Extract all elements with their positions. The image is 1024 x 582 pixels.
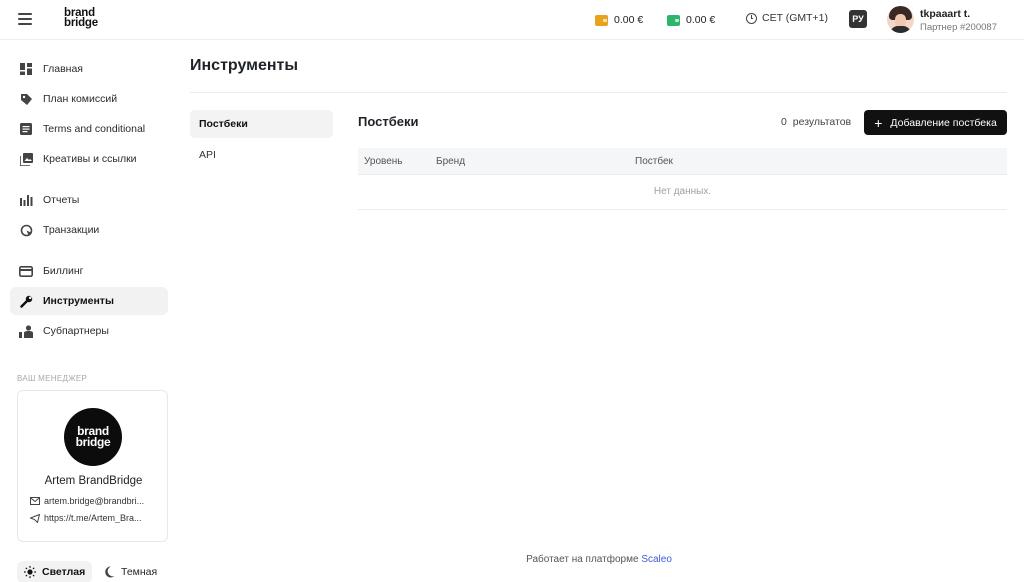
subnav-postbacks[interactable]: Постбеки (190, 110, 333, 138)
sidebar-item-billing[interactable]: Биллинг (10, 257, 168, 285)
theme-dark-label: Темная (121, 566, 158, 578)
images-icon (19, 152, 33, 166)
wallet-icon (667, 14, 680, 26)
wallet-icon (595, 14, 608, 26)
column-level[interactable]: Уровень (364, 156, 403, 167)
moon-icon (105, 566, 115, 578)
sidebar: Главная План комиссий Terms and conditio… (0, 41, 180, 582)
column-brand[interactable]: Бренд (436, 156, 465, 167)
plus-icon: + (874, 114, 883, 131)
document-icon (19, 122, 33, 136)
manager-email[interactable]: artem.bridge@brandbri... (30, 496, 160, 506)
sidebar-item-label: Главная (43, 63, 83, 75)
balance-2-value: 0.00 € (686, 14, 716, 26)
sidebar-item-commission-plan[interactable]: План комиссий (10, 85, 168, 113)
card-icon (19, 264, 33, 278)
balance-2[interactable]: 0.00 € (667, 12, 715, 28)
add-postback-button[interactable]: + Добавление постбека (864, 110, 1007, 135)
wrench-icon (19, 294, 33, 308)
tag-icon (19, 92, 33, 106)
sidebar-item-label: Креативы и ссылки (43, 153, 137, 165)
sidebar-item-label: Terms and conditional (43, 123, 146, 135)
sidebar-item-label: Отчеты (43, 194, 80, 206)
brand-logo[interactable]: brand bridge (64, 7, 98, 29)
manager-email-text: artem.bridge@brandbri... (44, 496, 145, 506)
sidebar-item-creatives[interactable]: Креативы и ссылки (10, 145, 168, 173)
logo-line-2: bridge (64, 17, 98, 29)
mail-icon (30, 497, 40, 505)
sidebar-item-tools[interactable]: Инструменты (10, 287, 168, 315)
balance-1[interactable]: 0.00 € (595, 12, 643, 28)
column-postback[interactable]: Постбек (635, 156, 673, 167)
section-title: Постбеки (358, 114, 419, 129)
sidebar-item-label: Биллинг (43, 265, 84, 277)
footer-link[interactable]: Scaleo (641, 554, 672, 565)
user-name[interactable]: tkpaaart t. (920, 8, 970, 20)
transactions-icon (19, 223, 33, 237)
sidebar-item-home[interactable]: Главная (10, 55, 168, 83)
manager-avatar: brand bridge (64, 408, 122, 466)
subnav-api[interactable]: API (190, 141, 333, 169)
timezone-label: CET (GMT+1) (762, 12, 829, 24)
subpartners-icon (19, 324, 33, 338)
user-partner-id: Партнер #200087 (920, 22, 997, 33)
manager-telegram-text: https://t.me/Artem_Bra... (44, 513, 142, 523)
page-title: Инструменты (190, 57, 299, 74)
sidebar-item-label: Транзакции (43, 224, 100, 236)
language-switcher[interactable]: РУ (849, 10, 867, 28)
clock-icon (746, 12, 757, 24)
top-bar: brand bridge 0.00 € 0.00 € CET (GMT+1) Р… (0, 0, 1024, 40)
dashboard-icon (19, 62, 33, 76)
manager-name: Artem BrandBridge (44, 475, 143, 487)
user-avatar[interactable] (887, 6, 914, 33)
sidebar-item-subpartners[interactable]: Субпартнеры (10, 317, 168, 345)
sidebar-item-label: Инструменты (43, 295, 114, 307)
title-divider (190, 92, 1007, 93)
menu-icon[interactable] (18, 13, 32, 25)
timezone[interactable]: CET (GMT+1) (746, 12, 828, 24)
table-header: Уровень Бренд Постбек (358, 148, 1007, 175)
add-postback-label: Добавление постбека (890, 116, 997, 129)
sidebar-item-transactions[interactable]: Транзакции (10, 216, 168, 244)
footer: Работает на платформе Scaleo (0, 554, 1024, 565)
manager-card: brand bridge Artem BrandBridge artem.bri… (17, 390, 168, 542)
footer-text: Работает на платформе (526, 554, 639, 565)
sun-icon (24, 566, 36, 578)
theme-light-label: Светлая (42, 566, 86, 578)
send-icon (30, 513, 40, 523)
results-count: 0 результатов (781, 116, 852, 128)
sidebar-item-terms[interactable]: Terms and conditional (10, 115, 168, 143)
manager-telegram[interactable]: https://t.me/Artem_Bra... (30, 513, 160, 523)
empty-state: Нет данных. (358, 176, 1007, 210)
sidebar-item-label: План комиссий (43, 93, 118, 105)
manager-logo-line-2: bridge (75, 435, 111, 449)
sidebar-item-reports[interactable]: Отчеты (10, 186, 168, 214)
balance-1-value: 0.00 € (614, 14, 644, 26)
sidebar-item-label: Субпартнеры (43, 325, 109, 337)
bar-chart-icon (19, 193, 33, 207)
manager-section-title: ВАШ МЕНЕДЖЕР (17, 374, 88, 383)
